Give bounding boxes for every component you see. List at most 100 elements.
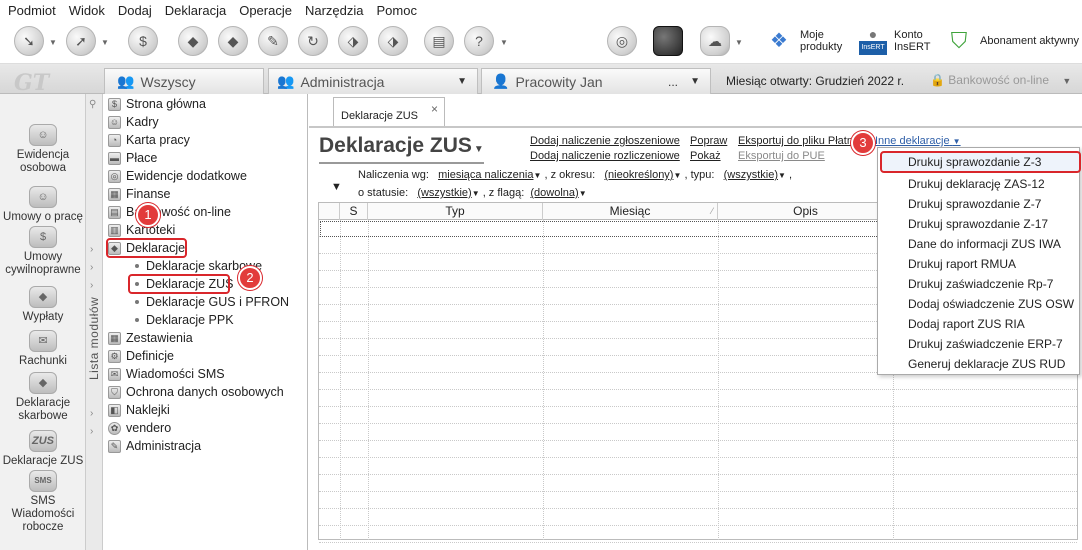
tree-item-kadry[interactable]: ☺ Kadry: [108, 113, 159, 131]
menu-dodaj[interactable]: Dodaj: [118, 3, 152, 18]
module-wyplaty[interactable]: ◆ Wypłaty: [0, 286, 86, 324]
eraser2-icon[interactable]: ◆: [218, 26, 248, 56]
doc-tab-deklaracje-zus[interactable]: Deklaracje ZUS ×: [333, 97, 445, 127]
chevron-down-icon[interactable]: ▼: [472, 189, 480, 198]
help-icon[interactable]: ?: [464, 26, 494, 56]
module-umowy-cywilnoprawne[interactable]: $ Umowy cywilnoprawne: [0, 226, 86, 277]
menu-item-ria[interactable]: Dodaj raport ZUS RIA: [908, 317, 1025, 331]
tree-item-strona-glowna[interactable]: $ Strona główna: [108, 95, 206, 113]
filter-typ-value[interactable]: (wszystkie): [724, 169, 778, 181]
table-row[interactable]: [319, 407, 1077, 424]
module-deklaracje-zus[interactable]: ZUS Deklaracje ZUS: [0, 430, 86, 468]
forward-icon[interactable]: ➚: [66, 26, 96, 56]
table-row[interactable]: [319, 441, 1077, 458]
menu-item-rud[interactable]: Generuj deklaracje ZUS RUD: [908, 357, 1065, 371]
table-row[interactable]: [319, 526, 1077, 543]
column-opis[interactable]: Opis: [718, 203, 893, 220]
moje-produkty-button[interactable]: ❖ Moje produkty: [764, 26, 842, 56]
export-pue-button[interactable]: Eksportuj do PUE: [738, 150, 825, 162]
table-row[interactable]: [319, 509, 1077, 526]
close-icon[interactable]: ×: [431, 102, 438, 116]
menu-operacje[interactable]: Operacje: [239, 3, 292, 18]
tree-item-deklaracje-ppk[interactable]: Deklaracje PPK: [128, 311, 234, 329]
back-icon[interactable]: ➘: [14, 26, 44, 56]
table-row[interactable]: [319, 458, 1077, 475]
collapse-filters-icon[interactable]: ▼: [331, 181, 342, 193]
chevron-down-icon[interactable]: ▼: [533, 171, 541, 180]
back-dropdown-icon[interactable]: ▼: [49, 38, 57, 47]
pracownik-more[interactable]: ...: [668, 75, 678, 89]
module-ewidencja-osobowa[interactable]: ☺ Ewidencja osobowa: [0, 124, 86, 175]
tree-item-place[interactable]: ▬ Płace: [108, 149, 157, 167]
filter-status-value[interactable]: (wszystkie): [417, 187, 471, 199]
forward-dropdown-icon[interactable]: ▼: [101, 38, 109, 47]
menu-deklaracja[interactable]: Deklaracja: [165, 3, 226, 18]
module-sms[interactable]: SMS SMS Wiadomości robocze: [0, 470, 86, 534]
add-settlement-button[interactable]: Dodaj naliczenie rozliczeniowe: [530, 150, 680, 162]
abonament-button[interactable]: ⛉ Abonament aktywny: [944, 26, 1079, 56]
table-row[interactable]: [319, 424, 1077, 441]
chevron-right-icon[interactable]: ›: [90, 426, 93, 437]
menu-item-rp7[interactable]: Drukuj zaświadczenie Rp-7: [908, 277, 1053, 291]
module-rachunki[interactable]: ✉ Rachunki: [0, 330, 86, 368]
tree-item-karta-pracy[interactable]: ◔ Karta pracy: [108, 131, 190, 149]
other-declarations-button[interactable]: Inne deklaracje ▼: [874, 135, 961, 147]
eraser-icon[interactable]: ◆: [178, 26, 208, 56]
module-umowy-o-prace[interactable]: ☺ Umowy o pracę: [0, 186, 86, 224]
tree-item-administracja[interactable]: ✎ Administracja: [108, 437, 201, 455]
table-row[interactable]: [319, 492, 1077, 509]
tag2-icon[interactable]: ⬗: [378, 26, 408, 56]
menu-item-osw[interactable]: Dodaj oświadczenie ZUS OSW: [908, 297, 1074, 311]
konto-insert-button[interactable]: ● InsERT Konto InsERT: [858, 26, 930, 56]
help-dropdown-icon[interactable]: ▼: [500, 38, 508, 47]
table-row[interactable]: [319, 373, 1077, 390]
filter-naliczenia-value[interactable]: miesiąca naliczenia: [438, 169, 533, 181]
tree-item-ochrona-danych[interactable]: ⛉ Ochrona danych osobowych: [108, 383, 284, 401]
chevron-right-icon[interactable]: ›: [90, 244, 93, 255]
menu-item-z17[interactable]: Drukuj sprawozdanie Z-17: [908, 217, 1048, 231]
pracownik-dropdown-icon[interactable]: ▼: [690, 76, 700, 87]
tree-item-finanse[interactable]: ▦ Finanse: [108, 185, 170, 203]
menu-item-erp7[interactable]: Drukuj zaświadczenie ERP-7: [908, 337, 1063, 351]
settlement-icon[interactable]: $: [128, 26, 158, 56]
module-deklaracje-skarbowe[interactable]: ◆ Deklaracje skarbowe: [0, 372, 86, 423]
chevron-down-icon[interactable]: ▼: [778, 171, 786, 180]
add-notification-button[interactable]: Dodaj naliczenie zgłoszeniowe: [530, 135, 680, 147]
show-button[interactable]: Pokaż: [690, 150, 721, 162]
chevron-down-icon[interactable]: ▼: [673, 171, 681, 180]
column-miesiac[interactable]: Miesiąc ⁄: [543, 203, 718, 220]
edit-icon[interactable]: ✎: [258, 26, 288, 56]
administracja-dropdown-icon[interactable]: ▼: [457, 76, 467, 87]
edit-button[interactable]: Popraw: [690, 135, 727, 147]
table-row[interactable]: [319, 390, 1077, 407]
sync-icon[interactable]: ↻: [298, 26, 328, 56]
menu-item-z7[interactable]: Drukuj sprawozdanie Z-7: [908, 197, 1041, 211]
menu-item-zas12[interactable]: Drukuj deklarację ZAS-12: [908, 177, 1045, 191]
cloud-icon[interactable]: ☁: [700, 26, 730, 56]
menu-widok[interactable]: Widok: [69, 3, 105, 18]
column-s[interactable]: S: [340, 203, 368, 220]
tree-item-deklaracje-gus[interactable]: Deklaracje GUS i PFRON: [128, 293, 289, 311]
menu-item-z3[interactable]: Drukuj sprawozdanie Z-3: [908, 155, 1041, 169]
menu-narzedzia[interactable]: Narzędzia: [305, 3, 364, 18]
tree-item-bankowosc[interactable]: ▤ Bankowość on-line: [108, 203, 231, 221]
tab-pracownik[interactable]: 👤 Pracowity Jan ... ▼: [481, 68, 711, 94]
pin-icon[interactable]: ⚲: [89, 99, 96, 110]
filter-flaga-value[interactable]: (dowolna): [530, 187, 578, 199]
export-platnik-button[interactable]: Eksportuj do pliku Płatnika: [738, 135, 867, 147]
tree-item-wiadomosci-sms[interactable]: ✉ Wiadomości SMS: [108, 365, 225, 383]
chevron-down-icon[interactable]: ▼: [579, 189, 587, 198]
column-typ[interactable]: Typ: [368, 203, 543, 220]
cloud-dropdown-icon[interactable]: ▼: [735, 38, 743, 47]
chevron-right-icon[interactable]: ›: [90, 280, 93, 291]
menu-item-rmua[interactable]: Drukuj raport RMUA: [908, 257, 1016, 271]
menu-pomoc[interactable]: Pomoc: [377, 3, 417, 18]
globe-icon[interactable]: ◎: [607, 26, 637, 56]
tree-item-definicje[interactable]: ⚙ Definicje: [108, 347, 174, 365]
filter-okres-value[interactable]: (nieokreślony): [604, 169, 673, 181]
tree-item-naklejki[interactable]: ◧ Naklejki: [108, 401, 170, 419]
chevron-right-icon[interactable]: ›: [90, 262, 93, 273]
box-icon[interactable]: [653, 26, 683, 56]
tab-wszyscy[interactable]: 👥 Wszyscy: [104, 68, 264, 94]
menu-podmiot[interactable]: Podmiot: [8, 3, 56, 18]
